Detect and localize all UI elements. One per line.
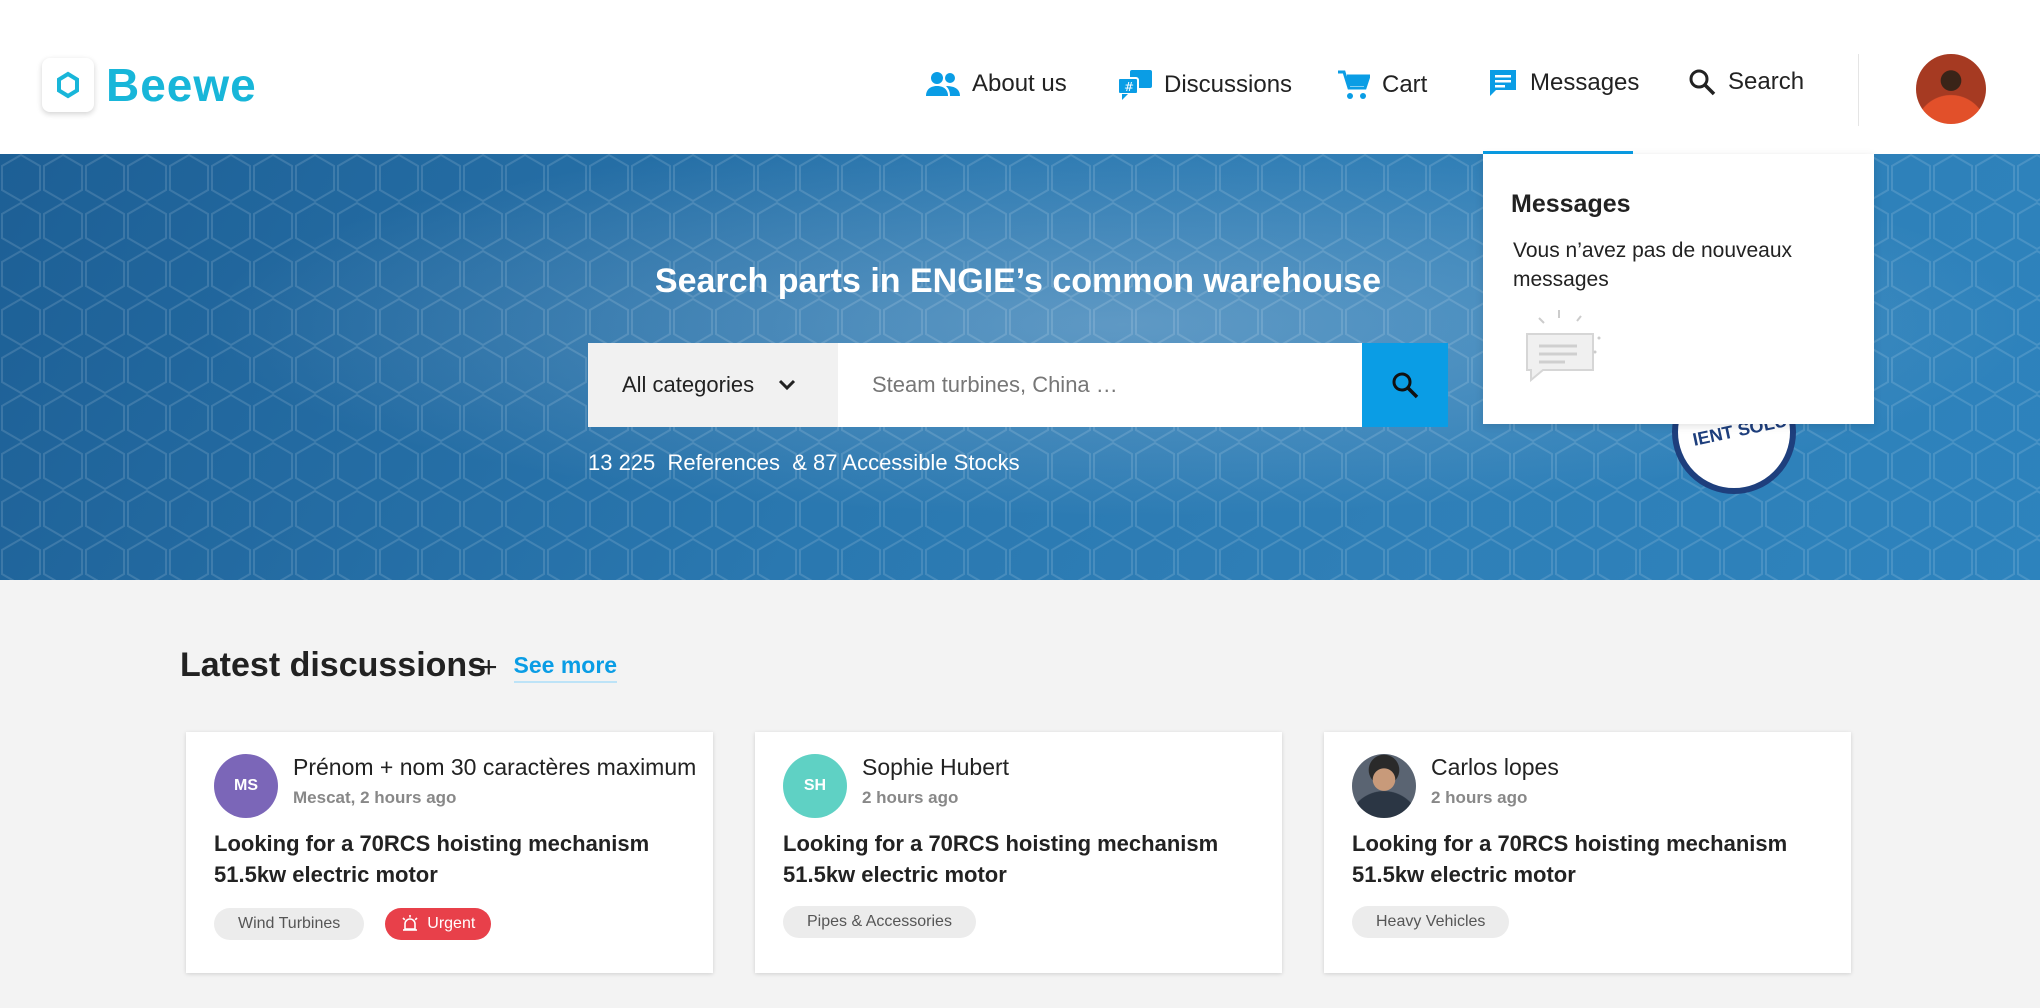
author-name: Carlos lopes xyxy=(1431,754,1559,780)
discussion-card[interactable]: MS Prénom + nom 30 caractères maximum Me… xyxy=(186,732,713,973)
search-icon xyxy=(1392,372,1419,399)
urgent-badge: Urgent xyxy=(385,908,492,940)
message-icon xyxy=(1490,70,1516,96)
discussion-title[interactable]: Looking for a 70RCS hoisting mechanism 5… xyxy=(1352,828,1822,890)
alarm-icon xyxy=(402,915,418,931)
latest-discussions-title: Latest discussions xyxy=(180,646,487,684)
hexagon-logo-icon xyxy=(42,58,94,112)
author-name: Sophie Hubert xyxy=(862,754,1010,780)
category-tag[interactable]: Pipes & Accessories xyxy=(783,906,976,938)
nav-cart-label: Cart xyxy=(1382,71,1428,98)
discussion-card[interactable]: Carlos lopes 2 hours ago Looking for a 7… xyxy=(1324,732,1851,973)
nav-discussions[interactable]: # Discussions xyxy=(1118,70,1292,100)
category-tag[interactable]: Wind Turbines xyxy=(214,908,365,940)
search-icon xyxy=(1689,69,1716,96)
plus-icon: + xyxy=(480,650,498,684)
brand-name: Beewe xyxy=(106,59,257,111)
nav-messages-label: Messages xyxy=(1530,69,1640,96)
brand-logo[interactable]: Beewe xyxy=(42,58,257,112)
nav-cart[interactable]: Cart xyxy=(1338,70,1427,100)
discussion-title[interactable]: Looking for a 70RCS hoisting mechanism 5… xyxy=(214,828,684,890)
stock-stats: 13 225 References & 87 Accessible Stocks xyxy=(588,450,1020,475)
post-meta: 2 hours ago xyxy=(862,788,959,807)
dropdown-empty-text: Vous n’avez pas de nouveaux messages xyxy=(1513,239,1793,291)
nav-divider xyxy=(1858,54,1859,126)
avatar xyxy=(1352,754,1416,818)
search-button[interactable] xyxy=(1362,343,1448,427)
top-header: Beewe About us # Discussions Cart Messag… xyxy=(0,0,2040,154)
tag-list: Heavy Vehicles xyxy=(1352,906,1530,938)
nav-messages[interactable]: Messages xyxy=(1488,68,1639,98)
category-tag[interactable]: Heavy Vehicles xyxy=(1352,906,1510,938)
empty-messages-icon xyxy=(1526,310,1601,383)
dropdown-title: Messages xyxy=(1511,190,1631,218)
user-avatar[interactable] xyxy=(1916,54,1986,124)
chevron-down-icon xyxy=(779,379,796,391)
people-icon xyxy=(926,72,960,96)
avatar: SH xyxy=(783,754,847,818)
author-name: Prénom + nom 30 caractères maximum xyxy=(293,754,697,780)
category-select[interactable]: All categories xyxy=(588,343,838,427)
nav-search-label: Search xyxy=(1728,68,1805,95)
tag-list: Pipes & Accessories xyxy=(783,906,997,938)
search-input[interactable] xyxy=(838,343,1362,427)
see-more[interactable]: + See more xyxy=(480,650,618,684)
search-bar: All categories xyxy=(588,343,1448,427)
avatar: MS xyxy=(214,754,278,818)
messages-dropdown: Messages Vous n’avez pas de nouveaux mes… xyxy=(1483,154,1874,424)
see-more-link[interactable]: See more xyxy=(513,652,618,683)
cart-icon xyxy=(1338,70,1370,99)
discussion-icon: # xyxy=(1118,70,1152,100)
nav-about-us[interactable]: About us xyxy=(926,70,1067,98)
nav-about-label: About us xyxy=(972,70,1067,97)
post-meta: Mescat, 2 hours ago xyxy=(293,788,457,807)
svg-text:#: # xyxy=(1124,80,1134,94)
urgent-label: Urgent xyxy=(427,915,476,932)
tag-list: Wind Turbines Urgent xyxy=(214,908,512,940)
discussion-title[interactable]: Looking for a 70RCS hoisting mechanism 5… xyxy=(783,828,1253,890)
discussion-card[interactable]: SH Sophie Hubert 2 hours ago Looking for… xyxy=(755,732,1282,973)
nav-search[interactable]: Search xyxy=(1688,68,1804,96)
post-meta: 2 hours ago xyxy=(1431,788,1528,807)
category-select-value: All categories xyxy=(622,372,755,397)
nav-discussions-label: Discussions xyxy=(1164,71,1293,98)
